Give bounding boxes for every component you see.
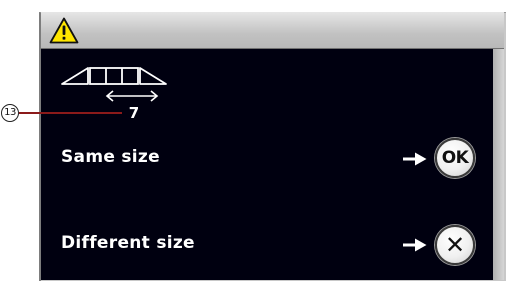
cancel-button[interactable]: ✕ [435,225,475,265]
callout-line [19,112,122,114]
same-size-label: Same size [61,147,160,167]
ok-button-label: OK [441,148,469,168]
title-bar [41,12,504,49]
ok-button[interactable]: OK [435,138,475,178]
warning-icon [49,17,79,44]
different-size-label: Different size [61,233,195,253]
callout-number: 13 [1,104,19,122]
arrow-right-icon [403,152,427,166]
stitch-width-value: 7 [128,104,140,122]
close-icon: ✕ [444,231,466,259]
right-bezel [493,49,504,280]
arrow-right-icon [403,238,427,252]
